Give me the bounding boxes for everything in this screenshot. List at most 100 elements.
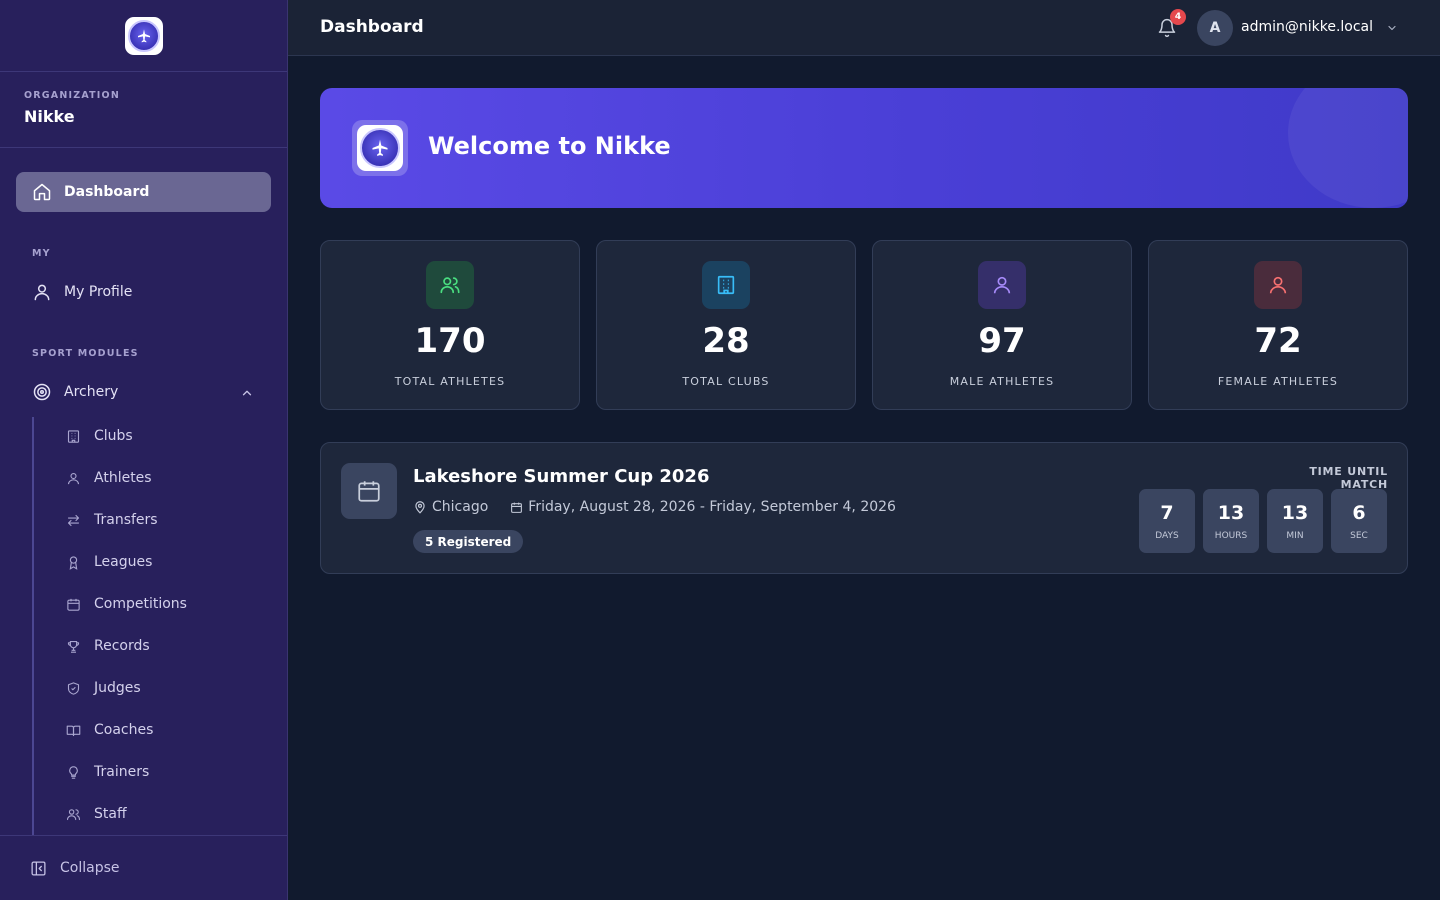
countdown-value: 13: [1217, 502, 1245, 524]
sidebar-item-athletes[interactable]: Athletes: [66, 470, 152, 486]
airplane-icon: [360, 128, 400, 168]
stat-value: 97: [978, 321, 1026, 361]
event-title: Lakeshore Summer Cup 2026: [413, 466, 710, 487]
user-email[interactable]: admin@nikke.local: [1241, 19, 1373, 35]
building-icon: [702, 261, 750, 309]
sidebar-logo-area: [0, 0, 287, 72]
building-icon: [67, 429, 80, 443]
organization-label: ORGANIZATION: [24, 90, 120, 101]
page-title: Dashboard: [320, 17, 424, 37]
welcome-title: Welcome to Nikke: [428, 132, 671, 160]
stat-card-female-athletes: 72 FEMALE ATHLETES: [1148, 240, 1408, 410]
user-icon: [34, 284, 50, 301]
sidebar-item-label: Archery: [64, 384, 119, 400]
stat-label: FEMALE ATHLETES: [1217, 375, 1339, 388]
calendar-icon: [341, 463, 397, 519]
map-pin-icon: [415, 501, 425, 514]
organization-name: Nikke: [24, 107, 75, 126]
welcome-logo: [352, 120, 408, 176]
organization-block: ORGANIZATION Nikke: [0, 72, 287, 148]
countdown-unit: HOURS: [1214, 531, 1248, 541]
sidebar-item-records[interactable]: Records: [66, 638, 150, 654]
sidebar-item-coaches[interactable]: Coaches: [66, 722, 153, 738]
sidebar-item-label: Dashboard: [64, 184, 150, 200]
airplane-icon: [127, 19, 160, 52]
avatar[interactable]: A: [1197, 10, 1233, 46]
sidebar-item-label: Leagues: [94, 554, 153, 570]
sidebar-item-clubs[interactable]: Clubs: [66, 428, 133, 444]
countdown-value: 13: [1281, 502, 1309, 524]
countdown-unit: MIN: [1286, 531, 1304, 541]
stat-card-total-athletes: 170 TOTAL ATHLETES: [320, 240, 580, 410]
countdown-hours: 13 HOURS: [1203, 489, 1259, 553]
sidebar-item-label: My Profile: [64, 284, 133, 300]
event-dates: Friday, August 28, 2026 - Friday, Septem…: [528, 499, 896, 515]
home-icon: [33, 183, 51, 201]
submenu-guide-line: [32, 417, 34, 835]
top-bar: Dashboard 4 A admin@nikke.local: [288, 0, 1440, 56]
countdown-value: 7: [1160, 502, 1174, 524]
sidebar: ORGANIZATION Nikke Dashboard MY My Profi…: [0, 0, 288, 900]
upcoming-event-card[interactable]: Lakeshore Summer Cup 2026 Chicago Friday…: [320, 442, 1408, 574]
stat-value: 28: [702, 321, 750, 361]
decorative-circle: [1288, 88, 1408, 208]
user-icon: [67, 472, 80, 484]
chevron-up-icon[interactable]: [240, 386, 254, 400]
user-icon: [978, 261, 1026, 309]
stat-label: MALE ATHLETES: [949, 375, 1055, 388]
lightbulb-icon: [69, 765, 78, 779]
collapse-label: Collapse: [60, 860, 120, 876]
countdown-label: TIME UNTIL MATCH: [1309, 465, 1388, 491]
stat-card-total-clubs: 28 TOTAL CLUBS: [596, 240, 856, 410]
shield-check-icon: [67, 681, 80, 695]
countdown-unit: SEC: [1350, 531, 1368, 541]
arrows-left-right-icon: [67, 514, 80, 526]
user-icon: [1254, 261, 1302, 309]
sidebar-item-label: Trainers: [94, 764, 150, 780]
stat-value: 170: [414, 321, 486, 361]
collapse-button[interactable]: Collapse: [0, 835, 287, 900]
users-icon: [426, 261, 474, 309]
sidebar-item-label: Clubs: [94, 428, 133, 444]
org-logo: [357, 125, 403, 171]
stat-value: 72: [1254, 321, 1302, 361]
countdown-value: 6: [1352, 502, 1366, 524]
countdown-seconds: 6 SEC: [1331, 489, 1387, 553]
countdown-unit: DAYS: [1155, 531, 1179, 541]
calendar-icon: [511, 502, 523, 513]
welcome-banner: Welcome to Nikke: [320, 88, 1408, 208]
chevron-down-icon[interactable]: [1386, 22, 1398, 34]
book-open-icon: [66, 725, 81, 736]
sidebar-item-trainers[interactable]: Trainers: [66, 764, 149, 780]
sidebar-item-dashboard[interactable]: Dashboard: [16, 172, 271, 212]
notification-badge: 4: [1170, 9, 1186, 25]
sidebar-item-label: Competitions: [94, 596, 187, 612]
event-meta: Chicago Friday, August 28, 2026 - Friday…: [413, 499, 896, 515]
sidebar-item-label: Transfers: [94, 512, 158, 528]
app-logo[interactable]: [124, 16, 163, 55]
section-label-my: MY: [32, 248, 51, 259]
sidebar-item-label: Records: [94, 638, 150, 654]
trophy-icon: [67, 640, 80, 653]
countdown-minutes: 13 MIN: [1267, 489, 1323, 553]
users-icon: [67, 808, 80, 820]
target-icon: [33, 383, 51, 401]
sidebar-item-label: Staff: [94, 806, 127, 822]
sidebar-collapse-icon: [31, 860, 46, 876]
sidebar-item-label: Athletes: [94, 470, 152, 486]
calendar-icon: [67, 598, 80, 611]
sidebar-item-staff[interactable]: Staff: [66, 806, 127, 822]
sidebar-item-transfers[interactable]: Transfers: [66, 512, 158, 528]
stat-label: TOTAL CLUBS: [682, 375, 770, 388]
sidebar-item-label: Judges: [94, 680, 141, 696]
event-location: Chicago: [432, 499, 489, 515]
sidebar-item-label: Coaches: [94, 722, 154, 738]
sidebar-item-archery[interactable]: Archery: [32, 382, 118, 402]
stat-card-male-athletes: 97 MALE ATHLETES: [872, 240, 1132, 410]
stat-label: TOTAL ATHLETES: [394, 375, 506, 388]
sidebar-item-judges[interactable]: Judges: [66, 680, 141, 696]
sidebar-item-leagues[interactable]: Leagues: [66, 554, 152, 570]
registered-badge: 5 Registered: [413, 530, 524, 553]
sidebar-item-my-profile[interactable]: My Profile: [32, 282, 132, 302]
sidebar-item-competitions[interactable]: Competitions: [66, 596, 187, 612]
